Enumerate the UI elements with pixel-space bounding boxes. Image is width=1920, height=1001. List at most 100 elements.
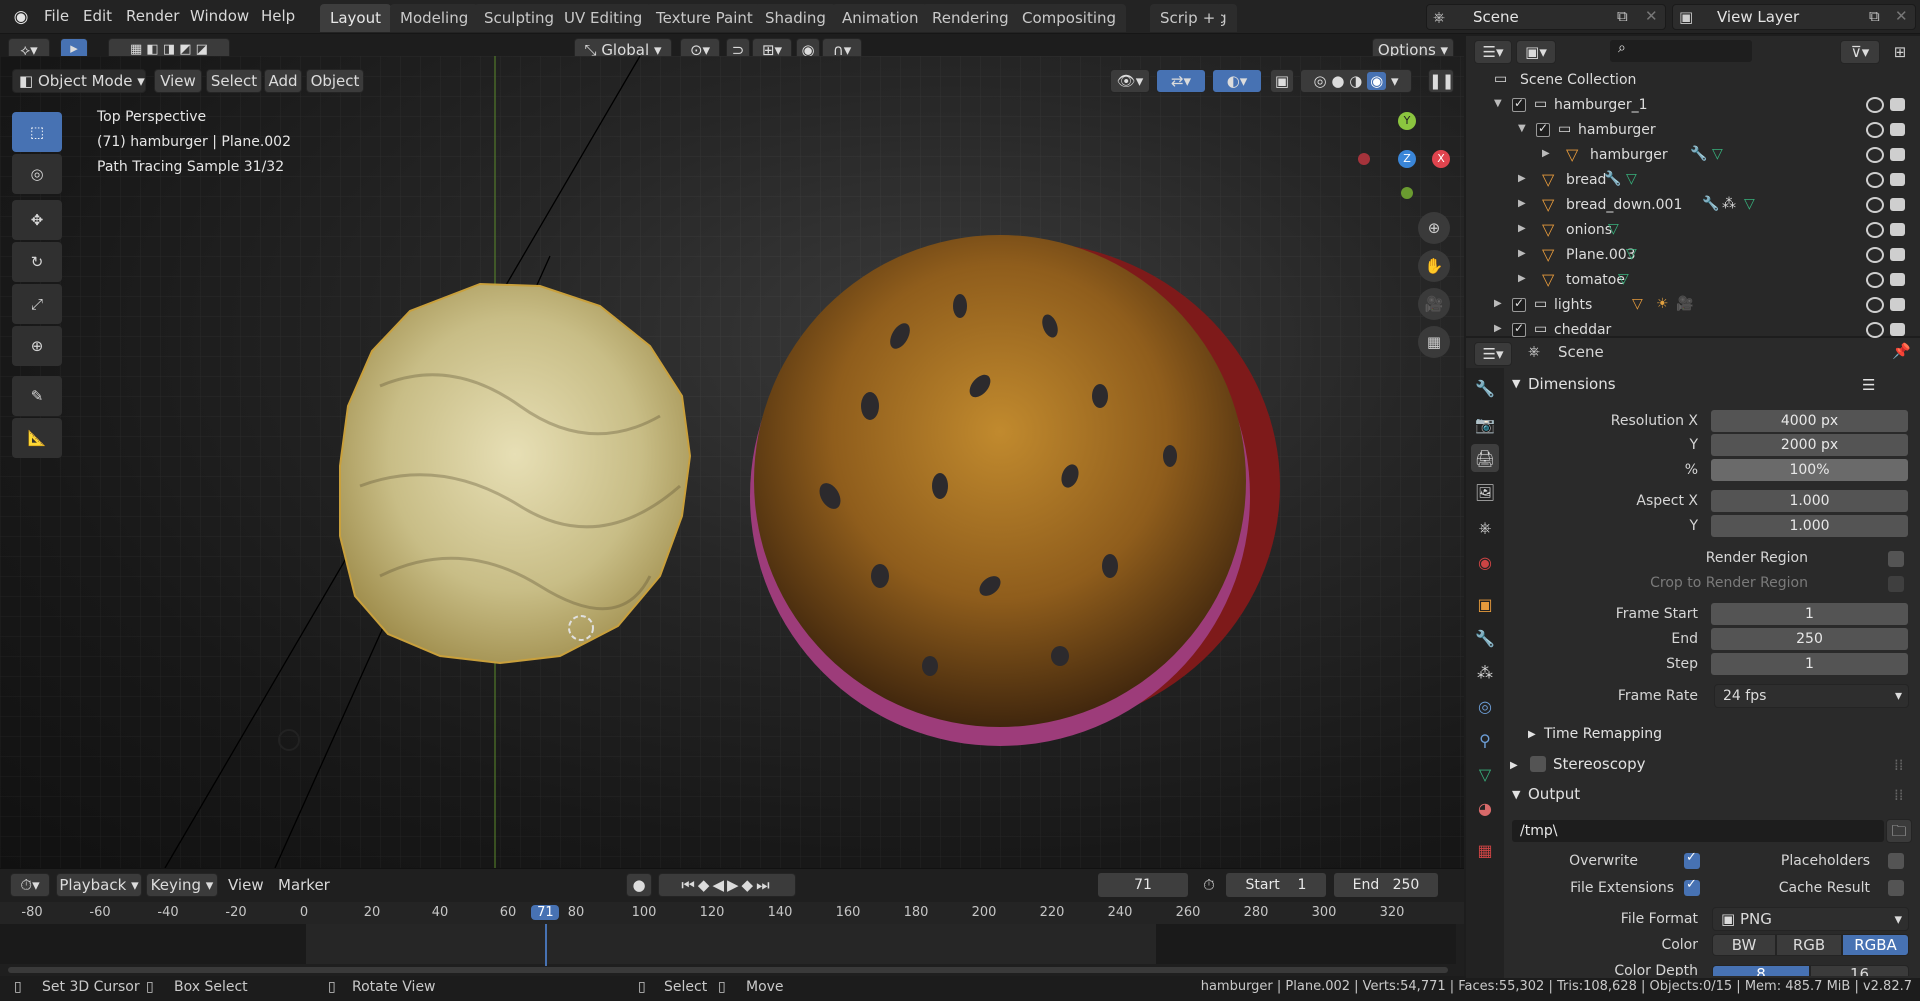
outliner-row[interactable]: ▼ ▭ hamburger_1 [1466,93,1920,118]
expand-arrow-icon[interactable]: ▶ [1494,298,1502,309]
stopwatch-icon[interactable]: ⏱ [1198,875,1220,895]
dimensions-header[interactable]: Dimensions [1528,375,1616,393]
outliner[interactable]: ☰▾ ▣▾ ⌕ ⊽▾ ⊞ ▭ Scene Collection ▼ ▭ hambur… [1466,36,1920,338]
eye-icon[interactable] [1866,122,1884,138]
view-layer-selector[interactable]: ▣ View Layer ⧉ ✕ [1672,4,1916,30]
render-tab-icon[interactable]: 📷 [1471,410,1499,438]
move-tool[interactable]: ✥ [12,200,62,240]
tab-layout[interactable]: Layout [320,4,391,32]
gizmo-z-axis[interactable]: Z [1398,150,1416,168]
expand-arrow-icon[interactable]: ▶ [1518,173,1526,184]
tab-texture-paint[interactable]: Texture Paint [646,4,763,32]
scene-tab-icon[interactable]: ⎈ [1471,514,1499,542]
collapsed-arrow-icon[interactable]: ▶ [1542,148,1550,159]
camera-render-icon[interactable] [1890,148,1905,161]
pin-icon[interactable]: 📌 [1892,342,1911,360]
frame-start-field[interactable]: 1 [1711,603,1908,625]
tab-compositing[interactable]: Compositing [1012,4,1127,32]
overwrite-checkbox[interactable] [1684,850,1700,869]
camera-render-icon[interactable] [1890,198,1905,211]
display-mode-dropdown[interactable]: ▣▾ [1516,40,1556,64]
eye-icon[interactable] [1866,272,1884,288]
particles-tab-icon[interactable]: ⁂ [1471,658,1499,686]
frame-end-field[interactable]: 250 [1711,628,1908,650]
start-frame-field[interactable]: Start 1 [1226,873,1326,897]
exclude-checkbox[interactable] [1512,96,1526,112]
cache-result-checkbox[interactable] [1888,880,1904,896]
resolution-percent-field[interactable]: 100% [1711,459,1908,481]
timeline-scrollbar[interactable] [8,967,1448,973]
close-icon[interactable]: ✕ [1895,7,1908,25]
eye-icon[interactable] [1866,297,1884,313]
tab-sculpting[interactable]: Sculpting [474,4,565,32]
gizmo-y-axis[interactable]: Y [1398,112,1416,130]
render-region-checkbox[interactable] [1888,551,1904,567]
outliner-row[interactable]: ▶ ▽ tomatoe [1466,268,1920,293]
menu-keying[interactable]: Keying ▾ [146,873,218,897]
eye-icon[interactable] [1866,197,1884,213]
outliner-row[interactable]: ▼ ▭ hamburger [1466,118,1920,143]
eye-icon[interactable] [1866,322,1884,338]
color-rgba-option[interactable]: RGBA [1842,934,1909,956]
visibility-dropdown[interactable]: 👁▾ [1110,69,1150,93]
dimensions-collapse-icon[interactable]: ▼ [1512,377,1520,390]
tab-animation[interactable]: Animation [832,4,929,32]
eye-icon[interactable] [1866,222,1884,238]
color-depth-16-option[interactable]: 16 [1810,965,1909,976]
object-tab-icon[interactable]: ▣ [1471,590,1499,618]
measure-tool[interactable]: 📐 [12,418,62,458]
ortho-grid-icon[interactable]: ▦ [1418,326,1450,358]
time-remapping-header[interactable]: Time Remapping [1544,726,1662,742]
menu-view[interactable]: View [154,69,202,93]
aspect-y-field[interactable]: 1.000 [1711,515,1908,537]
camera-render-icon[interactable] [1890,98,1905,111]
tab-rendering[interactable]: Rendering [922,4,1019,32]
expand-arrow-icon[interactable]: ▶ [1518,273,1526,284]
select-box-tool[interactable]: ⬚ [12,112,62,152]
new-collection-icon[interactable]: ⊞ [1888,41,1912,63]
view-layer-tab-icon[interactable]: 🖼 [1471,478,1499,506]
current-frame-marker[interactable]: 71 [531,905,560,920]
annotate-tool[interactable]: ✎ [12,376,62,416]
3d-viewport[interactable]: Top Perspective (71) hamburger | Plane.0… [0,56,1464,868]
eye-icon[interactable] [1866,172,1884,188]
menu-render[interactable]: Render [126,7,179,25]
copy-scene-icon[interactable]: ⧉ [1617,7,1628,25]
tab-shading[interactable]: Shading [755,4,836,32]
outliner-search[interactable]: ⌕ [1610,40,1752,62]
eye-icon[interactable] [1866,97,1884,113]
frame-rate-dropdown[interactable]: 24 fps ▾ [1714,684,1909,708]
menu-edit[interactable]: Edit [83,7,112,25]
time-remapping-expand-icon[interactable]: ▶ [1528,729,1536,740]
menu-file[interactable]: File [44,7,69,25]
outliner-editor-type[interactable]: ☰▾ [1474,40,1512,64]
outliner-row[interactable]: ▶ ▽ bread [1466,168,1920,193]
tab-modeling[interactable]: Modeling [390,4,479,32]
scale-tool[interactable]: ⤢ [12,284,62,324]
menu-window[interactable]: Window [190,7,249,25]
zoom-icon[interactable]: ⊕ [1418,212,1450,244]
end-frame-field[interactable]: End 250 [1334,873,1438,897]
expand-arrow-icon[interactable]: ▶ [1518,248,1526,259]
gizmo-neg-x[interactable] [1358,153,1370,165]
outliner-row[interactable]: ▶ ▽ onions [1466,218,1920,243]
material-tab-icon[interactable]: ◕ [1471,794,1499,822]
menu-object[interactable]: Object [306,69,364,93]
shading-buttons[interactable]: ◎ ● ◑ ◉ ▾ [1300,69,1412,93]
filter-dropdown[interactable]: ⊽▾ [1840,40,1880,64]
outliner-row[interactable]: ▶ ▽ bread_down.001 [1466,193,1920,218]
scene-selector[interactable]: ⎈ Scene ⧉ ✕ [1426,4,1666,30]
tab-scripting[interactable]: Scripting [1150,4,1237,32]
timeline-editor-type[interactable]: ⏱▾ [10,873,50,897]
expand-arrow-icon[interactable]: ▼ [1518,123,1526,134]
output-path-input[interactable]: /tmp\ [1512,820,1884,842]
gizmo-neg-y[interactable] [1401,187,1413,199]
eye-icon[interactable] [1866,147,1884,163]
aspect-x-field[interactable]: 1.000 [1711,490,1908,512]
world-tab-icon[interactable]: ◉ [1471,548,1499,576]
cursor-tool[interactable]: ◎ [12,154,62,194]
eye-icon[interactable] [1866,247,1884,263]
expand-arrow-icon[interactable]: ▶ [1518,198,1526,209]
output-collapse-icon[interactable]: ▼ [1512,788,1520,801]
data-tab-icon[interactable]: ▽ [1471,760,1499,788]
